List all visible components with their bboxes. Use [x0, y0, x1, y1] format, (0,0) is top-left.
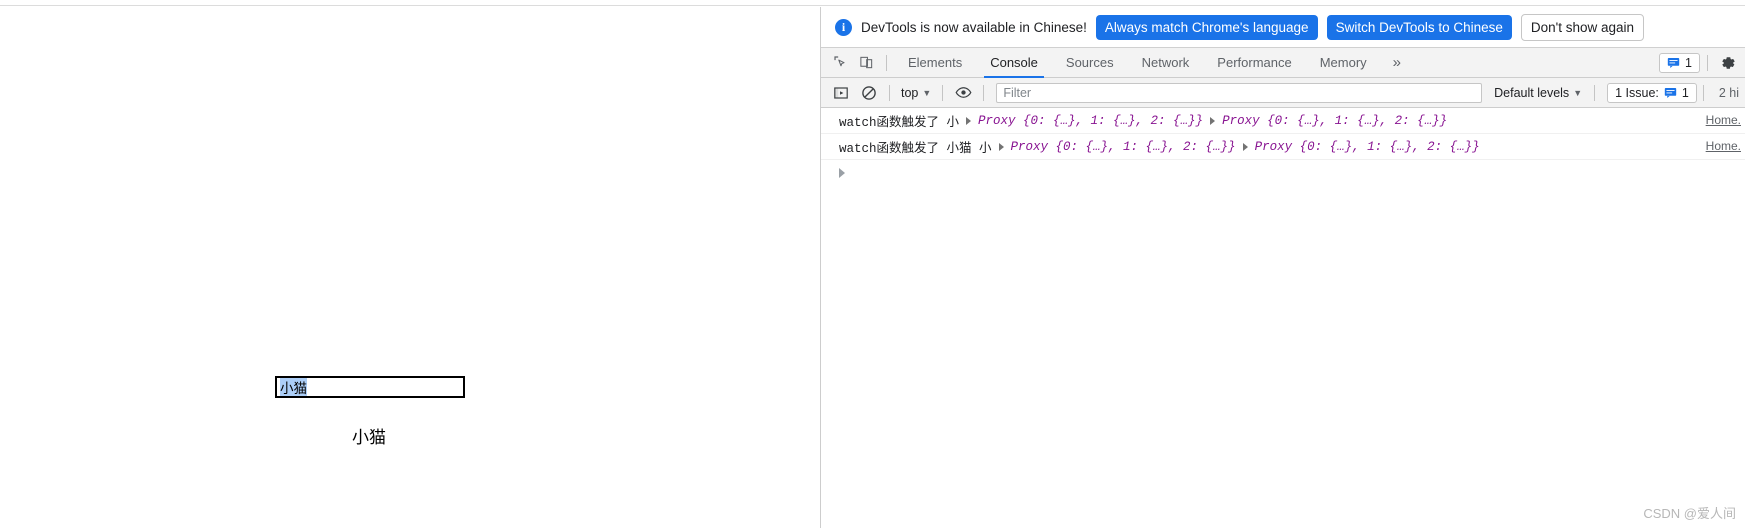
- text-input[interactable]: [275, 376, 465, 398]
- console-issues-button[interactable]: 1 Issue: 1: [1607, 82, 1697, 103]
- expand-arrow-icon[interactable]: [966, 116, 972, 125]
- tab-elements[interactable]: Elements: [894, 48, 976, 78]
- toolbar-divider: [983, 84, 985, 101]
- console-prompt[interactable]: [821, 160, 1745, 186]
- tab-sources[interactable]: Sources: [1052, 48, 1128, 78]
- console-log-object[interactable]: Proxy {0: {…}, 1: {…}, 2: {…}}: [1011, 140, 1236, 154]
- log-levels-label: Default levels: [1494, 85, 1570, 100]
- log-levels-selector[interactable]: Default levels ▼: [1488, 84, 1588, 102]
- page-viewport: 小猫: [0, 7, 820, 528]
- toolbar-divider: [1594, 84, 1596, 101]
- issue-message-icon: [1667, 56, 1680, 69]
- console-issue-count: 1: [1681, 85, 1689, 100]
- tab-console[interactable]: Console: [976, 48, 1052, 78]
- infobar-message: DevTools is now available in Chinese!: [861, 19, 1087, 35]
- hidden-messages-label: 2 hi: [1718, 85, 1739, 100]
- expand-arrow-icon[interactable]: [998, 142, 1004, 151]
- console-log-message: watch函数触发了 小猫 小: [839, 142, 992, 156]
- inspect-element-icon[interactable]: [827, 51, 853, 75]
- console-log-row[interactable]: watch函数触发了 小猫 小 Proxy {0: {…}, 1: {…}, 2…: [821, 134, 1745, 160]
- prompt-caret-icon: [839, 168, 845, 178]
- console-message-list[interactable]: watch函数触发了 小 Proxy {0: {…}, 1: {…}, 2: {…: [821, 108, 1745, 499]
- toolbar-divider: [942, 84, 944, 101]
- info-icon: i: [835, 18, 852, 36]
- watermark: CSDN @爱人间: [1643, 506, 1736, 521]
- issues-counter-button[interactable]: 1: [1659, 52, 1700, 73]
- expand-arrow-icon[interactable]: [1210, 116, 1216, 125]
- gear-icon[interactable]: [1715, 51, 1741, 75]
- console-log-source-link[interactable]: Home.: [1706, 139, 1741, 153]
- console-sidebar-icon[interactable]: [827, 81, 855, 105]
- issue-message-icon: [1664, 86, 1677, 99]
- tab-performance[interactable]: Performance: [1203, 48, 1305, 78]
- issues-count-label: 1: [1685, 55, 1692, 70]
- clear-console-icon[interactable]: [855, 81, 883, 105]
- browser-tab-strip: [0, 0, 1745, 6]
- dont-show-again-button[interactable]: Don't show again: [1520, 13, 1645, 41]
- live-expression-eye-icon[interactable]: [949, 81, 977, 105]
- console-filter-input[interactable]: [996, 82, 1483, 103]
- tab-memory[interactable]: Memory: [1306, 48, 1381, 78]
- toolbar-divider: [1707, 54, 1708, 71]
- browser-tab-favicons: [0, 0, 1745, 6]
- toolbar-divider: [889, 84, 890, 101]
- console-toolbar: top ▼ Default levels ▼ 1 Issue:: [821, 78, 1745, 108]
- tabbar-right-group: 1: [1659, 51, 1745, 75]
- toolbar-divider: [1702, 84, 1704, 101]
- console-log-object[interactable]: Proxy {0: {…}, 1: {…}, 2: {…}}: [1255, 140, 1480, 154]
- console-log-object[interactable]: Proxy {0: {…}, 1: {…}, 2: {…}}: [1222, 114, 1447, 128]
- console-issue-label: 1 Issue:: [1615, 85, 1659, 100]
- device-toolbar-icon[interactable]: [853, 51, 879, 75]
- chevron-down-icon: ▼: [1573, 87, 1583, 98]
- chevron-down-icon: ▼: [922, 87, 932, 98]
- expand-arrow-icon[interactable]: [1242, 142, 1248, 151]
- execution-context-selector[interactable]: top ▼: [896, 84, 936, 102]
- switch-to-chinese-button[interactable]: Switch DevTools to Chinese: [1326, 14, 1512, 40]
- execution-context-label: top: [901, 85, 919, 100]
- console-log-source-link[interactable]: Home.: [1706, 113, 1741, 127]
- more-tabs-icon[interactable]: »: [1381, 54, 1413, 71]
- toolbar-divider: [886, 54, 887, 71]
- tab-network[interactable]: Network: [1128, 48, 1204, 78]
- console-log-object[interactable]: Proxy {0: {…}, 1: {…}, 2: {…}}: [978, 114, 1203, 128]
- console-log-message: watch函数触发了 小: [839, 116, 960, 130]
- screenshot-root: 小猫 i DevTools is now available in Chines…: [0, 0, 1745, 528]
- devtools-language-infobar: i DevTools is now available in Chinese! …: [821, 7, 1745, 48]
- always-match-language-button[interactable]: Always match Chrome's language: [1095, 14, 1318, 40]
- devtools-panel: i DevTools is now available in Chinese! …: [820, 7, 1745, 528]
- console-log-row[interactable]: watch函数触发了 小 Proxy {0: {…}, 1: {…}, 2: {…: [821, 108, 1745, 134]
- output-text: 小猫: [352, 428, 386, 447]
- devtools-tabbar: Elements Console Sources Network Perform…: [821, 48, 1745, 78]
